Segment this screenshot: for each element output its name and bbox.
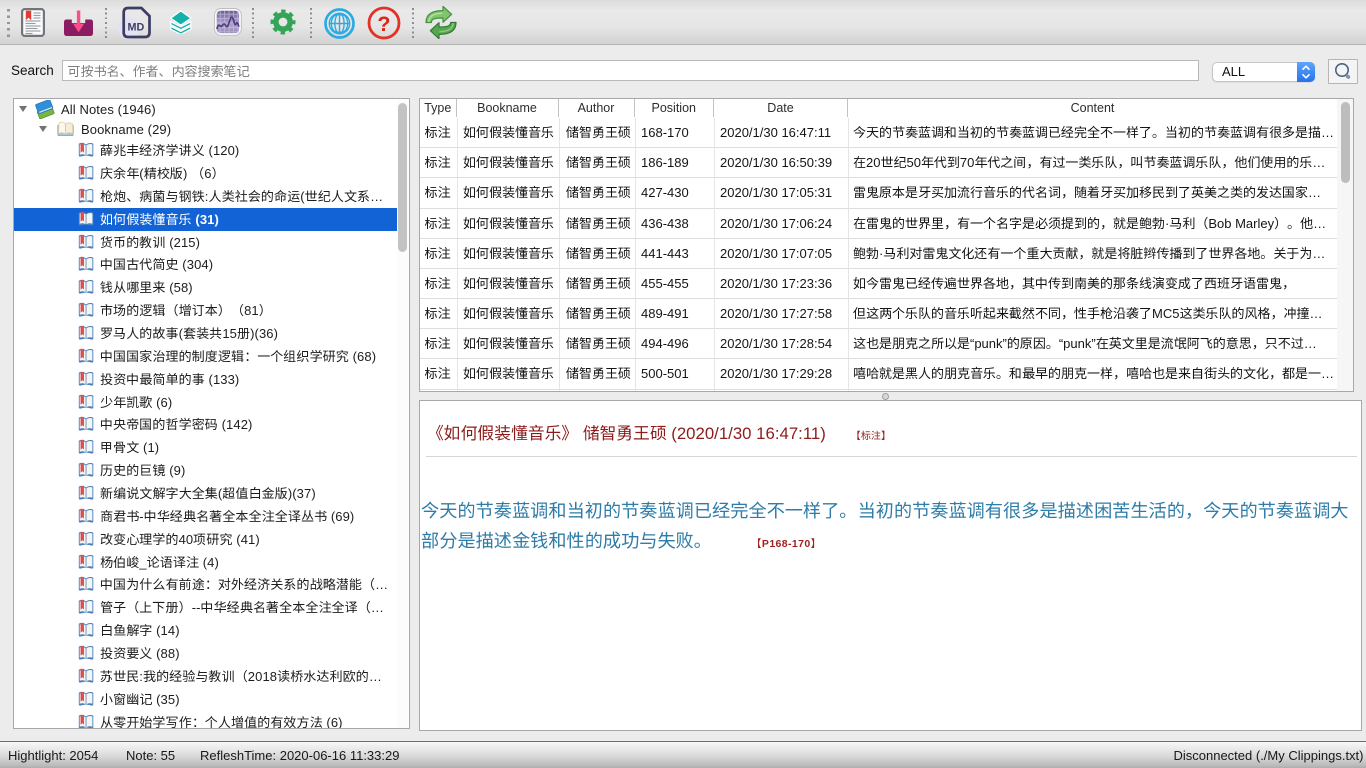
svg-text:?: ? [377,12,390,36]
svg-text:MD: MD [128,21,145,33]
